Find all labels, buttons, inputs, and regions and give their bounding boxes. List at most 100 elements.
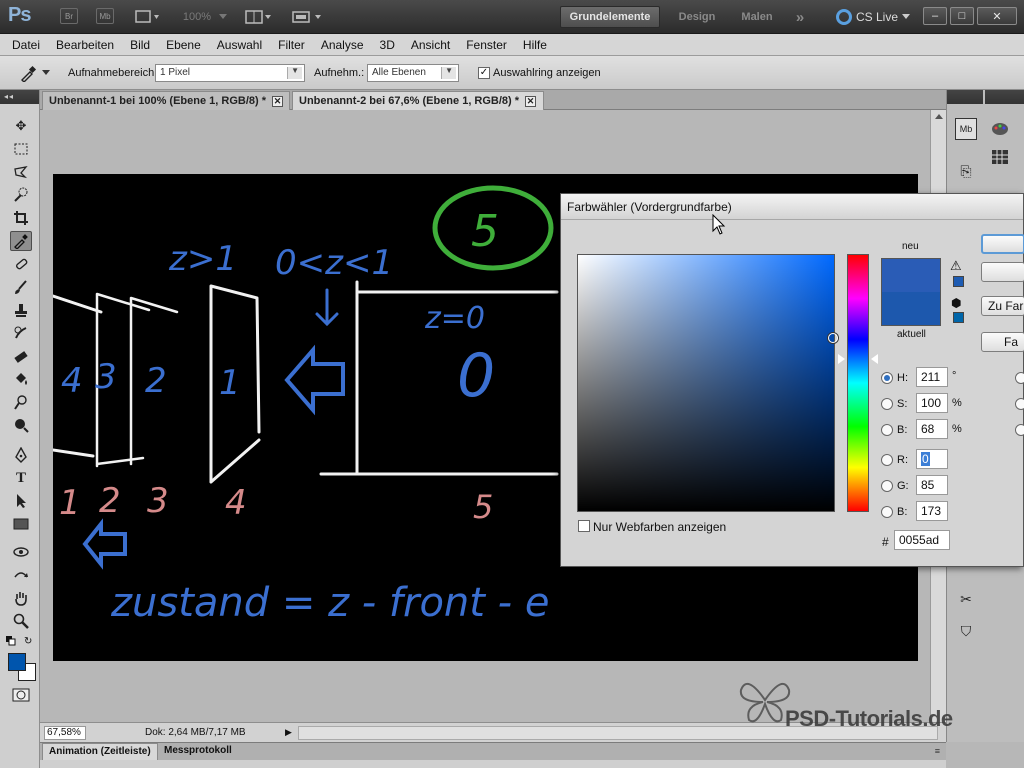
workspace-malen[interactable]: Malen: [732, 6, 782, 28]
screen-mode-icon[interactable]: [290, 8, 326, 26]
mini-bridge-icon[interactable]: Mb: [96, 8, 114, 24]
dock-collapse-strip[interactable]: [947, 90, 983, 104]
view-extras-icon[interactable]: [133, 8, 163, 26]
gamut-color-swatch[interactable]: [953, 276, 964, 287]
status-menu-arrow[interactable]: ▶: [285, 727, 292, 738]
zoom-tool-icon[interactable]: [10, 611, 32, 631]
color-field-marker[interactable]: [828, 333, 838, 343]
3d-camera-tool-icon[interactable]: [10, 565, 32, 585]
hue-input[interactable]: 211: [916, 367, 948, 387]
close-button[interactable]: ✕: [977, 7, 1017, 25]
eraser-tool-icon[interactable]: [10, 346, 32, 366]
dodge-tool-icon[interactable]: [10, 392, 32, 412]
tool-preset-picker[interactable]: [18, 62, 58, 84]
bridge-icon[interactable]: Br: [60, 8, 78, 24]
brush-tool-icon[interactable]: [10, 277, 32, 297]
lab-b-radio[interactable]: [1015, 424, 1024, 436]
ok-button[interactable]: [981, 234, 1024, 254]
cs-live-button[interactable]: CS Live: [836, 7, 911, 27]
3d-rotate-tool-icon[interactable]: [10, 542, 32, 562]
current-color-swatch[interactable]: [881, 292, 941, 326]
foreground-color-swatch[interactable]: [8, 653, 26, 671]
menu-auswahl[interactable]: Auswahl: [209, 38, 270, 52]
menu-filter[interactable]: Filter: [270, 38, 313, 52]
workspace-design[interactable]: Design: [670, 6, 724, 28]
brightness-radio[interactable]: [881, 424, 893, 436]
hue-radio[interactable]: [881, 372, 893, 384]
history-brush-tool-icon[interactable]: [10, 323, 32, 343]
more-workspaces-button[interactable]: »: [788, 6, 812, 28]
menu-3d[interactable]: 3D: [372, 38, 403, 52]
minimize-button[interactable]: –: [923, 7, 947, 25]
gamut-warning-icon[interactable]: ⚠: [950, 258, 962, 274]
zoom-level[interactable]: 100%: [180, 8, 214, 26]
blue-radio[interactable]: [881, 506, 893, 518]
document-info[interactable]: Dok: 2,64 MB/7,17 MB: [145, 727, 246, 738]
web-safe-cube-icon[interactable]: ⬢: [951, 296, 961, 310]
hue-slider[interactable]: [847, 254, 869, 512]
cancel-button[interactable]: [981, 262, 1024, 282]
swatches-panel-icon[interactable]: [989, 146, 1011, 168]
red-input[interactable]: 0: [916, 449, 948, 469]
quick-selection-tool-icon[interactable]: [10, 185, 32, 205]
marquee-tool-icon[interactable]: [10, 139, 32, 159]
maximize-button[interactable]: □: [950, 7, 974, 25]
paint-bucket-tool-icon[interactable]: [10, 369, 32, 389]
zoom-input[interactable]: 67,58%: [44, 726, 86, 740]
menu-fenster[interactable]: Fenster: [458, 38, 515, 52]
clone-stamp-tool-icon[interactable]: [10, 300, 32, 320]
tab-measurement-log[interactable]: Messprotokoll: [158, 743, 238, 760]
tools-panel-header[interactable]: ◂◂: [0, 90, 39, 104]
add-to-swatches-button[interactable]: Zu Far: [981, 296, 1024, 316]
healing-brush-tool-icon[interactable]: [10, 254, 32, 274]
menu-datei[interactable]: Datei: [4, 38, 48, 52]
menu-bearbeiten[interactable]: Bearbeiten: [48, 38, 122, 52]
web-colors-checkbox[interactable]: [578, 520, 590, 532]
eyedropper-tool-icon[interactable]: [10, 231, 32, 251]
close-tab-icon[interactable]: ✕: [525, 96, 537, 107]
zoom-dropdown-icon[interactable]: [216, 8, 230, 26]
history-panel-icon[interactable]: ⎘: [955, 160, 977, 182]
hex-input[interactable]: 0055ad: [894, 530, 950, 550]
menu-hilfe[interactable]: Hilfe: [515, 38, 555, 52]
move-tool-icon[interactable]: ✥: [10, 116, 32, 136]
hand-tool-icon[interactable]: [10, 588, 32, 608]
hue-slider-left-arrow[interactable]: [838, 354, 845, 364]
shape-tool-icon[interactable]: [10, 514, 32, 534]
hue-slider-right-arrow[interactable]: [871, 354, 878, 364]
color-panel-icon[interactable]: [989, 118, 1011, 140]
dock-collapse-strip[interactable]: [985, 90, 1024, 104]
saturation-radio[interactable]: [881, 398, 893, 410]
path-selection-tool-icon[interactable]: [10, 491, 32, 511]
dialog-title-bar[interactable]: Farbwähler (Vordergrundfarbe): [561, 194, 1023, 220]
red-radio[interactable]: [881, 454, 893, 466]
close-tab-icon[interactable]: ✕: [272, 96, 283, 107]
clone-source-icon[interactable]: ⛉: [955, 620, 977, 642]
green-input[interactable]: 85: [916, 475, 948, 495]
sample-size-select[interactable]: 1 Pixel ▼: [155, 64, 305, 82]
color-libraries-button[interactable]: Fa: [981, 332, 1024, 352]
quick-mask-icon[interactable]: [12, 688, 30, 702]
lab-l-radio[interactable]: [1015, 372, 1024, 384]
crop-tool-icon[interactable]: [10, 208, 32, 228]
saturation-brightness-field[interactable]: [577, 254, 838, 512]
swap-colors-icon[interactable]: ↻: [24, 636, 36, 648]
pen-tool-icon[interactable]: [10, 445, 32, 465]
arrange-documents-icon[interactable]: [244, 8, 274, 26]
show-ring-checkbox[interactable]: ✓: [478, 67, 490, 79]
blur-tool-icon[interactable]: [10, 415, 32, 435]
menu-bild[interactable]: Bild: [122, 38, 158, 52]
menu-ebene[interactable]: Ebene: [158, 38, 209, 52]
brightness-input[interactable]: 68: [916, 419, 948, 439]
workspace-grundelemente[interactable]: Grundelemente: [560, 6, 660, 28]
default-colors-icon[interactable]: [6, 636, 16, 646]
saturation-input[interactable]: 100: [916, 393, 948, 413]
green-radio[interactable]: [881, 480, 893, 492]
tab-unbenannt-2[interactable]: Unbenannt-2 bei 67,6% (Ebene 1, RGB/8) *…: [292, 91, 544, 110]
panel-menu-icon[interactable]: ≡: [935, 746, 940, 756]
menu-ansicht[interactable]: Ansicht: [403, 38, 458, 52]
mini-bridge-panel-icon[interactable]: Mb: [955, 118, 977, 140]
lab-a-radio[interactable]: [1015, 398, 1024, 410]
tab-unbenannt-1[interactable]: Unbenannt-1 bei 100% (Ebene 1, RGB/8) * ✕: [42, 91, 290, 110]
tool-presets-icon[interactable]: ✂: [955, 588, 977, 610]
